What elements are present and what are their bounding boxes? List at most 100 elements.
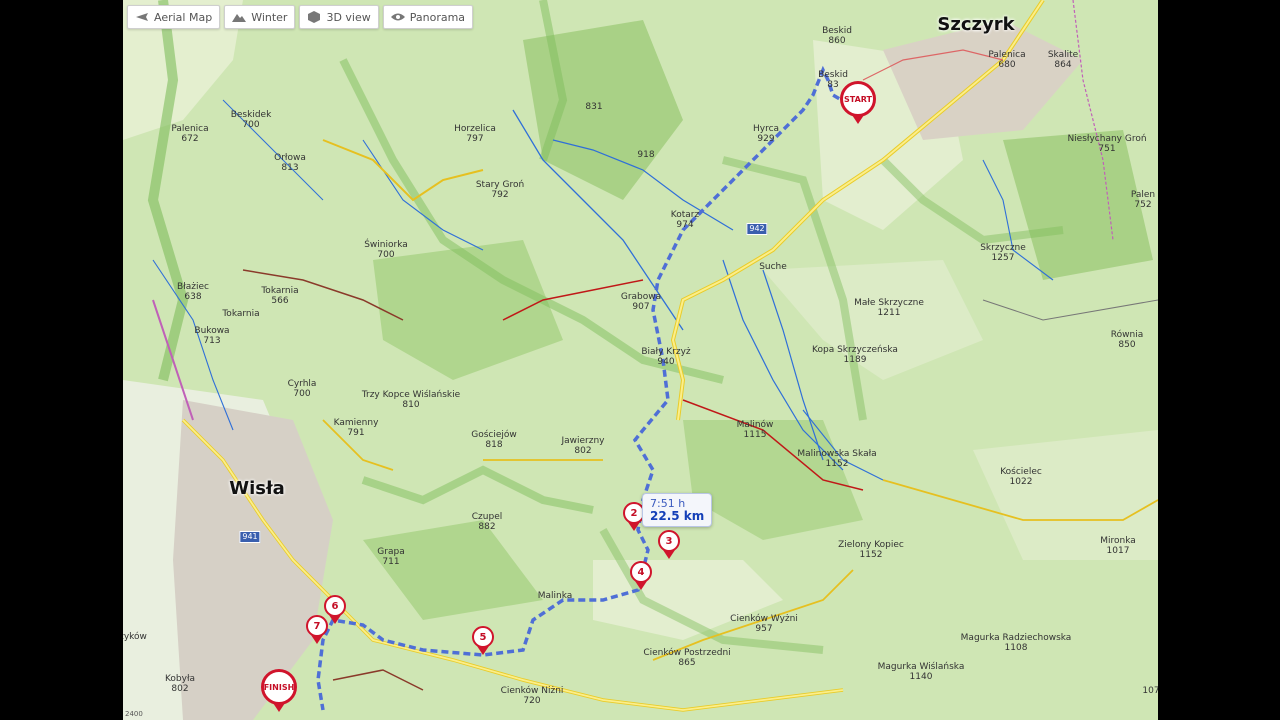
peak-label: Tokarnia 566	[261, 286, 298, 306]
waypoint-marker-5[interactable]: 5	[472, 626, 494, 655]
peak-elevation: 107	[1142, 686, 1158, 696]
aerial-map-button[interactable]: Aerial Map	[127, 5, 221, 29]
peak-name: Błażiec	[177, 282, 209, 292]
peak-name: Kościelec	[1000, 467, 1042, 477]
peak-label: Malinów 1115	[737, 420, 774, 440]
peak-name: Tokarnia	[261, 286, 299, 296]
peak-name: Magurka Radziechowska	[960, 633, 1072, 643]
peak-name: Horzelica	[454, 124, 496, 134]
map-toolbar: Aerial Map Winter 3D view Panorama	[127, 5, 474, 29]
peak-name: Mironka	[1100, 536, 1136, 546]
peak-elevation: 672	[181, 134, 199, 144]
peak-elevation: 1257	[991, 253, 1015, 263]
peak-elevation: 818	[485, 440, 503, 450]
peak-name: Kotarz	[670, 210, 700, 220]
finish-marker[interactable]: FINISH	[261, 669, 297, 712]
peak-elevation: 813	[281, 163, 299, 173]
peak-label: Malinowska Skała 1152	[797, 449, 876, 469]
peak-name: Beskidek	[230, 110, 272, 120]
peak-name: Hyrca	[752, 124, 780, 134]
peak-name: Malinów	[736, 420, 774, 430]
peak-label: Kobyła 802	[165, 674, 195, 694]
peak-name: Gościejów	[471, 430, 517, 440]
peak-name: Bukowa	[194, 326, 230, 336]
peak-elevation: 802	[574, 446, 592, 456]
peak-elevation: 1189	[843, 355, 867, 365]
map-view[interactable]: 2400 Aerial Map Winter 3D view Panorama …	[123, 0, 1158, 720]
road-number-942: 942	[746, 223, 768, 235]
road-number-941: 941	[239, 531, 261, 543]
peak-label: Cienków Niżni 720	[501, 686, 564, 706]
peak-elevation: 700	[377, 250, 395, 260]
peak-label: 107	[1142, 686, 1158, 696]
peak-label: Cyrhla 700	[288, 379, 317, 399]
3d-view-button[interactable]: 3D view	[299, 5, 379, 29]
peak-elevation: 700	[242, 120, 260, 130]
peak-label: Kamienny 791	[334, 418, 379, 438]
peak-elevation: 1115	[743, 430, 767, 440]
peak-label: Kotarz 974	[671, 210, 699, 230]
peak-elevation: 802	[171, 684, 189, 694]
peak-elevation: 974	[676, 220, 694, 230]
peak-label: Orłowa 813	[274, 153, 306, 173]
peak-elevation: 713	[203, 336, 221, 346]
route-info-popup[interactable]: 7:51 h 22.5 km	[642, 493, 713, 527]
peak-elevation: 907	[632, 302, 650, 312]
winter-button[interactable]: Winter	[224, 5, 296, 29]
peak-name: Cienków Niżni	[500, 686, 564, 696]
peak-elevation: 700	[293, 389, 311, 399]
town-label-szczyrk: Szczyrk	[937, 14, 1015, 35]
winter-label: Winter	[251, 10, 288, 24]
peak-name: Biały Krzyż	[641, 347, 691, 357]
panorama-button[interactable]: Panorama	[382, 5, 474, 29]
waypoint-marker-3[interactable]: 3	[658, 530, 680, 559]
peak-elevation: 792	[491, 190, 509, 200]
finish-marker-label: FINISH	[261, 669, 297, 705]
peak-elevation: 1017	[1106, 546, 1130, 556]
peak-label: Beskidek 700	[231, 110, 272, 130]
peak-name: Kobyła	[164, 674, 196, 684]
peak-label: Bukowa 713	[194, 326, 229, 346]
peak-name: Malinowska Skała	[797, 449, 877, 459]
peak-label: Palenica 672	[171, 124, 208, 144]
peak-label: Małe Skrzyczne 1211	[854, 298, 924, 318]
peak-elevation: 791	[347, 428, 365, 438]
peak-elevation: 860	[828, 36, 846, 46]
peak-label: Jawierzny 802	[561, 436, 604, 456]
peak-name: Suche	[759, 262, 787, 272]
peak-label: Magurka Wiślańska 1140	[878, 662, 965, 682]
peak-elevation: 680	[998, 60, 1016, 70]
waypoint-marker-4[interactable]: 4	[630, 561, 652, 590]
peak-label: Trzy Kopce Wiślańskie 810	[362, 390, 460, 410]
peak-elevation: 810	[402, 400, 420, 410]
peak-elevation: 957	[755, 624, 773, 634]
peak-label: Suche	[759, 262, 787, 272]
peak-elevation: 831	[585, 102, 603, 112]
mountain-icon	[232, 14, 247, 22]
peak-elevation: 1152	[825, 459, 849, 469]
peak-name: Beskid	[818, 70, 848, 80]
peak-name: Cienków Wyżni	[730, 614, 798, 624]
peak-label: Skalite 864	[1048, 50, 1078, 70]
peak-elevation: 566	[271, 296, 289, 306]
peak-name: Palenica	[988, 50, 1026, 60]
peak-name: zyków	[123, 632, 147, 642]
panorama-label: Panorama	[409, 10, 466, 24]
peak-label: Beskid 860	[822, 26, 852, 46]
peak-label: Biały Krzyż 940	[641, 347, 690, 367]
peak-label: Mironka 1017	[1100, 536, 1136, 556]
peak-label: Palenica 680	[988, 50, 1025, 70]
waypoint-marker-7[interactable]: 7	[306, 615, 328, 644]
peak-elevation: 1211	[877, 308, 901, 318]
peak-label: zyków	[123, 632, 147, 642]
peak-label: Czupel 882	[472, 512, 502, 532]
peak-name: Palenica	[171, 124, 209, 134]
peak-label: Błażiec 638	[177, 282, 209, 302]
peak-label: Niesłychany Groń 751	[1067, 134, 1146, 154]
peak-label: Grapa 711	[377, 547, 404, 567]
peak-name: Świniorka	[364, 240, 408, 250]
start-marker[interactable]: START	[840, 81, 876, 124]
peak-label: Grabowa 907	[621, 292, 661, 312]
peak-label: Malinka	[538, 591, 573, 601]
peak-elevation: 865	[678, 658, 696, 668]
